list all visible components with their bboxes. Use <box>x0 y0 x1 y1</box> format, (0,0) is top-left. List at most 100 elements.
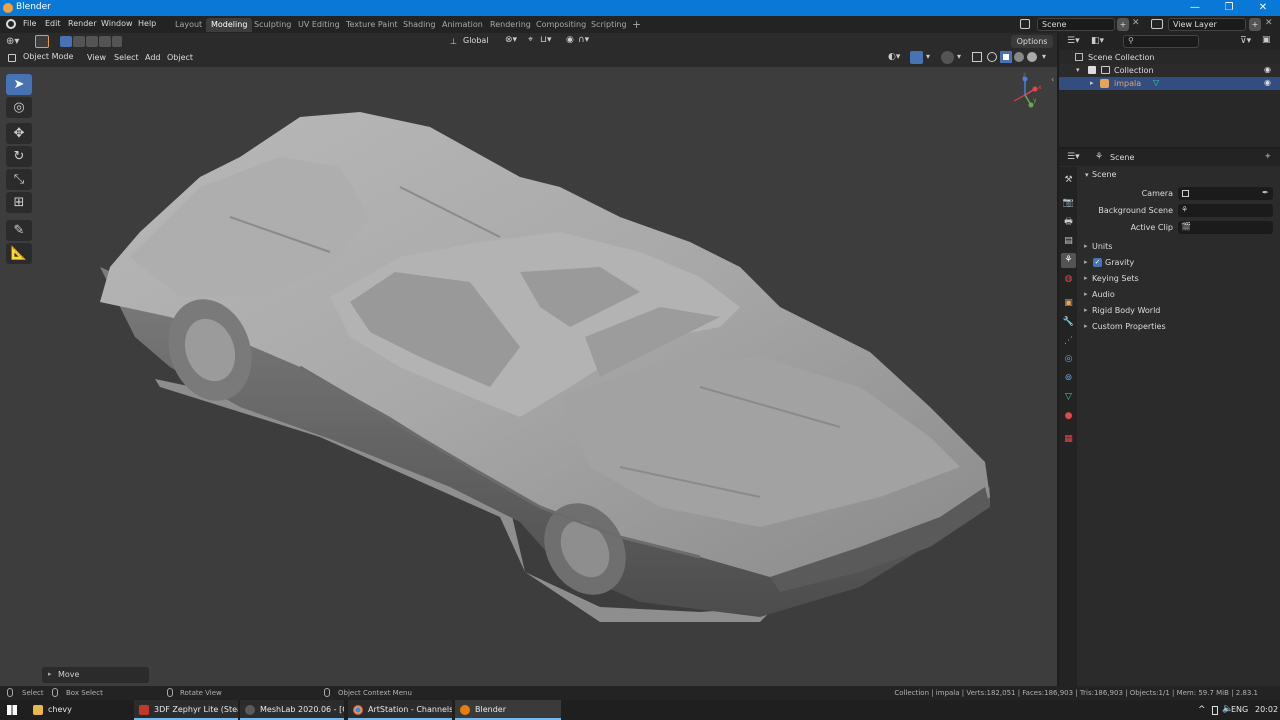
panel-expand-icon[interactable]: ▸ <box>48 670 52 678</box>
texture-tab-icon[interactable]: ▦ <box>1061 432 1076 447</box>
menu-render[interactable]: Render <box>65 18 99 29</box>
close-button[interactable]: ✕ <box>1246 1 1280 15</box>
background-scene-field[interactable] <box>1178 204 1273 217</box>
blender-menu-icon[interactable] <box>6 19 16 29</box>
menu-object[interactable]: Object <box>164 52 196 63</box>
taskbar-item-artstation[interactable]: ArtStation - Channels... <box>348 700 452 720</box>
add-workspace-button[interactable]: + <box>627 18 646 32</box>
delete-scene-icon[interactable]: ✕ <box>1132 18 1140 28</box>
impala-mesh[interactable] <box>0 67 1057 686</box>
tab-scripting[interactable]: Scripting <box>586 18 632 32</box>
render-tab-icon[interactable]: 📷 <box>1061 196 1076 211</box>
shading-dropdown-icon[interactable]: ▾ <box>1042 52 1046 61</box>
measure-tool-button[interactable]: 📐 <box>6 243 32 264</box>
rotate-tool-button[interactable]: ↻ <box>6 146 32 167</box>
section-gravity[interactable]: ▸ ✓ Gravity <box>1078 255 1277 271</box>
select-invert-icon[interactable] <box>99 36 111 47</box>
particles-tab-icon[interactable]: ⋰ <box>1061 334 1076 349</box>
filter-icon[interactable]: ⊽▾ <box>1240 36 1251 46</box>
new-view-layer-icon[interactable]: + <box>1249 18 1261 31</box>
tab-animation[interactable]: Animation <box>437 18 488 32</box>
view-layer-tab-icon[interactable]: ▤ <box>1061 234 1076 249</box>
pivot-point-icon[interactable]: ⊗▾ <box>505 35 517 45</box>
menu-edit[interactable]: Edit <box>42 18 64 29</box>
scale-tool-button[interactable]: ⤡ <box>6 169 32 190</box>
gravity-checkbox[interactable]: ✓ <box>1093 258 1102 267</box>
options-dropdown[interactable]: Options <box>1011 35 1053 48</box>
move-tool-button[interactable]: ✥ <box>6 123 32 144</box>
section-audio[interactable]: ▸ Audio <box>1078 287 1277 303</box>
select-subtract-icon[interactable] <box>86 36 98 47</box>
tab-modeling[interactable]: Modeling <box>206 18 253 32</box>
overlays-dropdown-icon[interactable]: ▾ <box>957 52 961 61</box>
tree-row-impala[interactable]: ▸ impala ▽ ◉ <box>1059 77 1280 90</box>
section-rigid-body-world[interactable]: ▸ Rigid Body World <box>1078 303 1277 319</box>
select-new-icon[interactable] <box>60 36 72 47</box>
taskbar-item-meshlab[interactable]: MeshLab 2020.06 - [C... <box>240 700 344 720</box>
tab-rendering[interactable]: Rendering <box>485 18 536 32</box>
scene-selector[interactable]: Scene <box>1037 18 1115 31</box>
outliner-editor-icon[interactable]: ☰▾ <box>1067 36 1080 46</box>
panel-title[interactable]: Scene <box>1092 170 1116 179</box>
last-operator-panel[interactable]: ▸ Move <box>42 667 149 683</box>
show-overlays-icon[interactable] <box>941 51 954 64</box>
output-tab-icon[interactable]: 🖶 <box>1061 215 1076 230</box>
camera-field[interactable] <box>1178 187 1273 200</box>
solid-shading-icon[interactable] <box>1000 51 1012 63</box>
language-indicator[interactable]: ENG <box>1231 705 1248 714</box>
proportional-editing-icon[interactable]: ◉ <box>566 35 574 45</box>
eyedropper-icon[interactable]: ✒ <box>1262 188 1269 197</box>
transform-tool-button[interactable]: ⊞ <box>6 192 32 213</box>
cursor-tool-button[interactable]: ◎ <box>6 97 32 118</box>
taskbar-item-3df-zephyr[interactable]: 3DF Zephyr Lite (Stea... <box>134 700 238 720</box>
new-scene-icon[interactable]: + <box>1117 18 1129 31</box>
maximize-button[interactable]: ❐ <box>1212 1 1246 15</box>
delete-view-layer-icon[interactable]: ✕ <box>1265 18 1273 28</box>
menu-add[interactable]: Add <box>142 52 164 63</box>
3d-viewport[interactable]: ➤ ◎ ✥ ↻ ⤡ ⊞ ✎ 📐 x y z ‹ ▸ Move <box>0 67 1057 686</box>
select-mode-icon[interactable] <box>35 35 49 48</box>
editor-type-icon[interactable]: ⊕▾ <box>6 36 19 47</box>
gizmo-dropdown-icon[interactable]: ▾ <box>926 52 930 61</box>
display-mode-icon[interactable]: ◧▾ <box>1091 36 1104 46</box>
collapse-sidebar-icon[interactable]: ‹ <box>1051 75 1054 84</box>
modifiers-tab-icon[interactable]: 🔧 <box>1061 315 1076 330</box>
expand-arrow-icon[interactable]: ▾ <box>1076 66 1080 74</box>
select-intersect-icon[interactable] <box>112 36 122 47</box>
visibility-eye-icon[interactable]: ◉ <box>1264 65 1271 74</box>
object-visibility-icon[interactable]: ◐▾ <box>888 52 900 62</box>
section-custom-properties[interactable]: ▸ Custom Properties <box>1078 319 1277 335</box>
outliner-search-input[interactable] <box>1123 35 1199 48</box>
tab-layout[interactable]: Layout <box>170 18 207 32</box>
menu-window[interactable]: Window <box>98 18 136 29</box>
physics-tab-icon[interactable]: ◎ <box>1061 352 1076 367</box>
taskbar-item-chevy[interactable]: chevy <box>28 700 132 720</box>
properties-editor-icon[interactable]: ☰▾ <box>1067 152 1080 162</box>
tree-row-scene-collection[interactable]: Scene Collection <box>1059 51 1280 64</box>
expand-arrow-icon[interactable]: ▸ <box>1090 79 1094 87</box>
include-checkbox[interactable] <box>1088 66 1096 74</box>
scene-tab-icon[interactable]: ⚘ <box>1061 253 1076 268</box>
tab-texture-paint[interactable]: Texture Paint <box>341 18 403 32</box>
tab-sculpting[interactable]: Sculpting <box>249 18 296 32</box>
object-mode-dropdown[interactable]: Object Mode <box>20 51 80 64</box>
menu-file[interactable]: File <box>20 18 39 29</box>
tab-shading[interactable]: Shading <box>398 18 441 32</box>
annotate-tool-button[interactable]: ✎ <box>6 220 32 241</box>
pin-icon[interactable]: ✦ <box>1264 152 1272 162</box>
view-layer-selector[interactable]: View Layer <box>1168 18 1246 31</box>
constraints-tab-icon[interactable]: ⊚ <box>1061 371 1076 386</box>
tray-chevron-icon[interactable]: ^ <box>1198 705 1206 715</box>
mesh-data-icon[interactable]: ▽ <box>1153 78 1159 87</box>
new-collection-icon[interactable]: ▣ <box>1262 35 1271 45</box>
menu-view[interactable]: View <box>84 52 109 63</box>
select-tool-button[interactable]: ➤ <box>6 74 32 95</box>
battery-icon[interactable] <box>1212 706 1218 715</box>
clock[interactable]: 20:02 <box>1255 705 1278 714</box>
section-units[interactable]: ▸ Units <box>1078 239 1277 255</box>
taskbar-item-blender[interactable]: Blender <box>455 700 561 720</box>
data-tab-icon[interactable]: ▽ <box>1061 390 1076 405</box>
show-gizmo-icon[interactable] <box>910 51 923 64</box>
navigation-gizmo[interactable] <box>1005 75 1045 115</box>
panel-collapse-icon[interactable]: ▾ <box>1085 171 1089 179</box>
